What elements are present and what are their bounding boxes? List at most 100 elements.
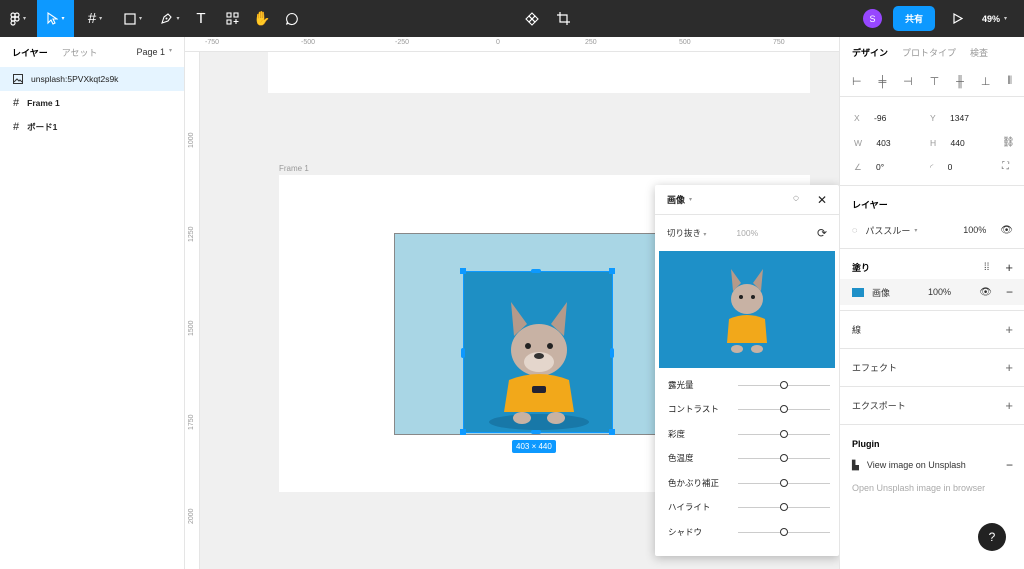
align-bottom-icon[interactable]: ⊥ — [981, 75, 991, 88]
resources-button[interactable] — [222, 0, 242, 37]
align-center-v-icon[interactable]: ╫ — [956, 76, 964, 88]
eye-icon[interactable]: 👁 — [1000, 225, 1013, 236]
x-field[interactable]: X -96 — [854, 113, 886, 123]
align-center-h-icon[interactable]: ╪ — [878, 76, 886, 88]
exposure-slider[interactable]: 露光量 — [668, 373, 830, 397]
share-button[interactable]: 共有 — [893, 6, 935, 31]
add-effect-icon[interactable]: + — [1005, 360, 1013, 375]
rotate-image-icon[interactable]: ⟳ — [817, 226, 827, 240]
independent-corners-icon[interactable]: ⛶ — [1002, 161, 1009, 172]
component-center-button[interactable] — [522, 0, 542, 37]
fill-row[interactable]: 画像 100% 👁 − — [840, 279, 1024, 305]
rotation-value: 0° — [876, 162, 885, 172]
x-label: X — [854, 113, 860, 123]
resize-handle[interactable] — [609, 429, 615, 435]
radius-field[interactable]: ◜ 0 — [930, 162, 952, 173]
remove-fill-icon[interactable]: − — [1006, 285, 1013, 299]
highlights-slider[interactable]: ハイライト — [668, 495, 830, 519]
slider-knob[interactable] — [780, 405, 788, 413]
user-avatar[interactable]: S — [863, 9, 882, 28]
dog-image[interactable] — [463, 271, 613, 433]
resize-handle[interactable] — [460, 268, 466, 274]
slider-knob[interactable] — [780, 381, 788, 389]
shadows-slider[interactable]: シャドウ — [668, 520, 830, 544]
comment-tool-button[interactable] — [282, 0, 302, 37]
y-field[interactable]: Y 1347 — [930, 113, 969, 123]
text-icon: T — [196, 10, 206, 27]
close-icon[interactable]: ✕ — [817, 193, 827, 207]
align-top-icon[interactable]: ⊤ — [930, 75, 940, 88]
layer-item-board-1[interactable]: # ボード1 — [0, 115, 184, 139]
tint-slider[interactable]: 色かぶり補正 — [668, 471, 830, 495]
comment-icon — [285, 12, 298, 25]
frame-tool-button[interactable]: # ▾ — [80, 0, 110, 37]
board-1-frame[interactable] — [268, 52, 810, 93]
shape-tool-button[interactable]: ▾ — [118, 0, 148, 37]
constrain-proportions-icon[interactable]: ⛓ — [1002, 137, 1015, 148]
crop-edge-handle[interactable] — [531, 269, 541, 273]
saturation-slider[interactable]: 彩度 — [668, 422, 830, 446]
plugin-action-label: Open Unsplash image in browser — [852, 483, 986, 493]
add-fill-icon[interactable]: + — [1005, 260, 1013, 275]
text-tool-button[interactable]: T — [191, 0, 211, 37]
styles-grid-icon[interactable]: ⁞⁞ — [984, 262, 990, 273]
align-right-icon[interactable]: ⊣ — [903, 75, 913, 88]
resize-handle[interactable] — [460, 429, 466, 435]
fill-opacity[interactable]: 100% — [928, 287, 951, 297]
pen-tool-button[interactable]: ▾ — [155, 0, 185, 37]
image-opacity[interactable]: 100% — [736, 228, 758, 238]
layer-item-frame-1[interactable]: # Frame 1 — [0, 91, 184, 115]
page-selector[interactable]: Page 1 ▾ — [136, 47, 172, 57]
help-button[interactable]: ? — [978, 523, 1006, 551]
tab-assets[interactable]: アセット — [62, 46, 98, 59]
tab-prototype[interactable]: プロトタイプ — [902, 46, 956, 59]
ruler-tick: 250 — [585, 39, 597, 46]
stroke-section: 線 + — [840, 310, 1024, 348]
collapse-icon[interactable]: − — [1006, 458, 1013, 472]
distribute-icon[interactable]: ⫴ — [1007, 75, 1012, 88]
slider-label: 彩度 — [668, 429, 686, 439]
rotation-field[interactable]: ∠ 0° — [854, 162, 884, 173]
width-field[interactable]: W 403 — [854, 138, 891, 148]
blend-mode-dropdown[interactable]: パススルー — [865, 224, 910, 237]
main-menu-button[interactable]: ▾ — [0, 0, 36, 37]
layer-item-image[interactable]: unsplash:5PVXkqt2s9k — [0, 67, 184, 91]
resize-handle[interactable] — [609, 268, 615, 274]
eye-icon[interactable]: 👁 — [979, 287, 992, 298]
plugin-item[interactable]: ▙ View image on Unsplash − — [840, 452, 1024, 478]
tab-inspect[interactable]: 検査 — [970, 46, 988, 59]
plugin-action[interactable]: Open Unsplash image in browser — [840, 476, 1024, 500]
move-tool-button[interactable]: ▾ — [37, 0, 74, 37]
frame-label[interactable]: Frame 1 — [279, 164, 309, 173]
crop-button[interactable] — [553, 0, 573, 37]
height-field[interactable]: H 440 — [930, 138, 965, 148]
image-preview[interactable] — [659, 251, 835, 368]
present-button[interactable] — [950, 0, 966, 37]
crop-icon — [556, 12, 570, 25]
layer-name: ボード1 — [27, 122, 58, 132]
tab-design[interactable]: デザイン — [852, 46, 888, 59]
crop-edge-handle[interactable] — [461, 348, 465, 358]
chevron-down-icon: ▾ — [168, 48, 172, 54]
crop-edge-handle[interactable] — [531, 430, 541, 434]
align-left-icon[interactable]: ⊢ — [852, 75, 862, 88]
tab-layers[interactable]: レイヤー — [12, 46, 48, 59]
slider-knob[interactable] — [780, 503, 788, 511]
crop-edge-handle[interactable] — [610, 348, 614, 358]
temperature-slider[interactable]: 色温度 — [668, 446, 830, 470]
popup-title[interactable]: 画像 — [667, 193, 685, 206]
zoom-dropdown[interactable]: 49% ▾ — [982, 0, 1007, 37]
slider-knob[interactable] — [780, 479, 788, 487]
add-stroke-icon[interactable]: + — [1005, 322, 1013, 337]
hand-tool-button[interactable]: ✋ — [252, 0, 272, 37]
slider-knob[interactable] — [780, 430, 788, 438]
slider-knob[interactable] — [780, 528, 788, 536]
rectangle-icon — [124, 12, 136, 25]
contrast-slider[interactable]: コントラスト — [668, 397, 830, 421]
slider-knob[interactable] — [780, 454, 788, 462]
layer-opacity[interactable]: 100% — [963, 225, 986, 235]
drop-icon[interactable]: ◌ — [793, 193, 799, 207]
image-mode-dropdown[interactable]: 切り抜き ▾ — [667, 227, 706, 239]
size-indicator: 403 × 440 — [512, 440, 556, 453]
add-export-icon[interactable]: + — [1005, 398, 1013, 413]
